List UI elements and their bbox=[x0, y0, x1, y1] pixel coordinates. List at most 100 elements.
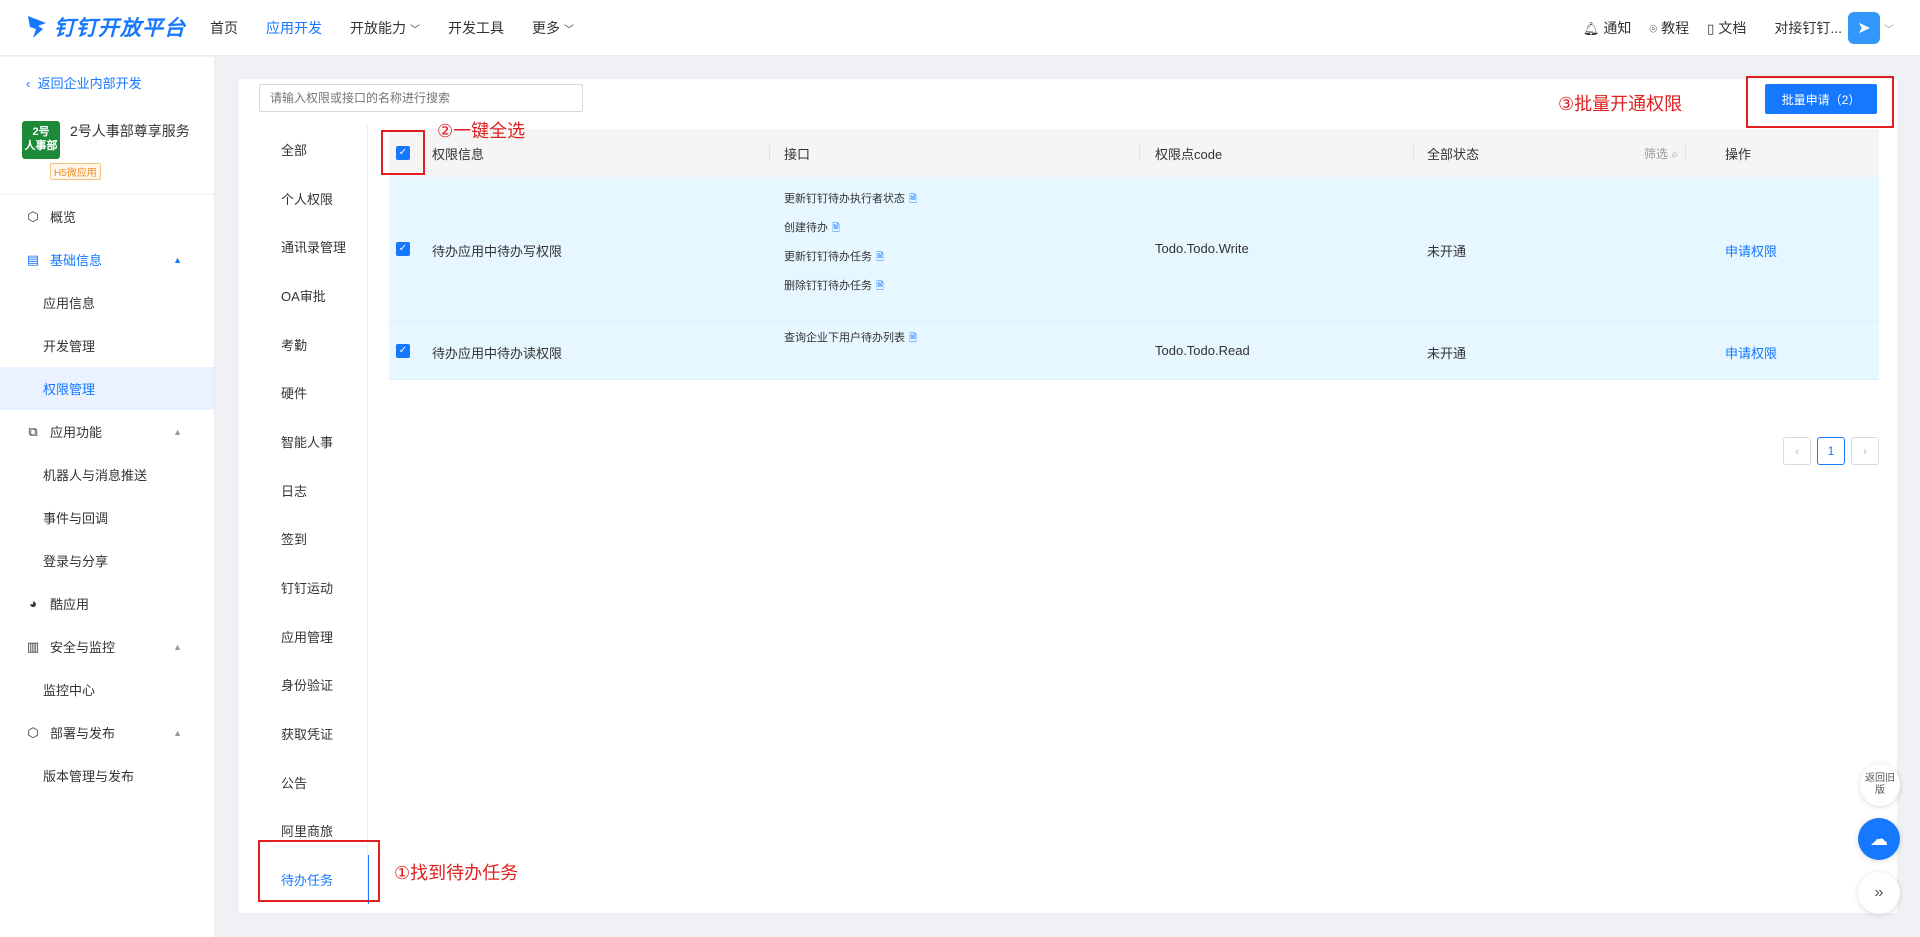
category-item[interactable]: OA审批 bbox=[259, 271, 369, 320]
apply-permission-link[interactable]: 申请权限 bbox=[1725, 343, 1777, 362]
nav-dev-tools[interactable]: 开发工具 bbox=[448, 18, 504, 38]
assistant-button[interactable]: ☁︎ bbox=[1858, 818, 1900, 860]
bell-icon: 🔔︎ bbox=[1582, 21, 1600, 36]
sidebar-item-app-info[interactable]: 应用信息 bbox=[0, 281, 214, 324]
nav-app-dev[interactable]: 应用开发 bbox=[266, 18, 322, 38]
next-page-button[interactable]: › bbox=[1851, 437, 1879, 465]
pagination: ‹ 1 › bbox=[1783, 437, 1879, 465]
nav-home[interactable]: 首页 bbox=[210, 18, 238, 38]
chart-icon: ▥ bbox=[26, 638, 40, 654]
location-icon: ⌾ bbox=[1649, 21, 1658, 36]
user-menu[interactable]: 对接钉钉... ➤ ﹀ bbox=[1774, 12, 1894, 44]
category-item[interactable]: 钉钉运动 bbox=[259, 563, 369, 612]
chevron-down-icon: ﹀ bbox=[410, 25, 420, 36]
expand-button[interactable]: » bbox=[1858, 872, 1900, 914]
table-header: ✓ 权限信息 接口 权限点code 全部状态 筛选 ⌕ 操作 bbox=[389, 129, 1879, 177]
highlight-batch-button bbox=[1746, 76, 1894, 128]
caret-up-icon: ▲ bbox=[173, 254, 182, 265]
sidebar-item-overview[interactable]: ⬡ 概览 bbox=[0, 195, 214, 238]
category-list: 全部 个人权限 通讯录管理 OA审批 考勤 硬件 智能人事 日志 签到 钉钉运动… bbox=[259, 125, 369, 904]
col-separator bbox=[769, 145, 770, 161]
sidebar-item-cool-app[interactable]: ◕ 酷应用 bbox=[0, 582, 214, 625]
notify-link[interactable]: 🔔︎ 通知 bbox=[1583, 18, 1632, 38]
top-right: 🔔︎ 通知 ⌾ 教程 ▯ 文档 对接钉钉... ➤ ﹀ bbox=[1583, 0, 1894, 56]
nav-open-ability[interactable]: 开放能力 ﹀ bbox=[350, 18, 420, 38]
category-item[interactable]: 获取凭证 bbox=[259, 709, 369, 758]
logo[interactable]: 钉钉开放平台 bbox=[26, 12, 186, 42]
sidebar-item-monitor[interactable]: 监控中心 bbox=[0, 668, 214, 711]
api-item: 删除钉钉待办任务 🗎︎ bbox=[784, 280, 885, 292]
header-code: 权限点code bbox=[1155, 146, 1223, 162]
doc-icon[interactable]: 🗎︎ bbox=[832, 223, 840, 234]
category-item[interactable]: 日志 bbox=[259, 466, 369, 515]
category-item[interactable]: 签到 bbox=[259, 515, 369, 564]
sidebar-item-permissions[interactable]: 权限管理 bbox=[0, 367, 214, 410]
app-name: 2号人事部尊享服务 bbox=[70, 123, 190, 139]
category-item[interactable]: 身份验证 bbox=[259, 661, 369, 710]
sidebar: ‹ 返回企业内部开发 2号 人事部 2号人事部尊享服务 H5微应用 ⬡ 概览 ▤ 基础… bbox=[0, 57, 215, 937]
main-panel: 批量申请（2） 全部 个人权限 通讯录管理 OA审批 考勤 硬件 智能人事 日志… bbox=[239, 79, 1897, 913]
doc-icon[interactable]: 🗎︎ bbox=[909, 194, 917, 205]
back-link[interactable]: ‹ 返回企业内部开发 bbox=[26, 73, 142, 92]
app-logo: 2号 人事部 bbox=[22, 121, 60, 159]
sidebar-item-security[interactable]: ▥ 安全与监控 ▲ bbox=[0, 625, 214, 668]
api-item: 更新钉钉待办执行者状态 🗎︎ bbox=[784, 193, 918, 205]
sidebar-item-events[interactable]: 事件与回调 bbox=[0, 496, 214, 539]
docs-link[interactable]: ▯ 文档 bbox=[1707, 18, 1746, 38]
nav-more[interactable]: 更多 ﹀ bbox=[532, 18, 574, 38]
dingtalk-logo-icon bbox=[28, 16, 46, 38]
annotation-select-all: ②一键全选 bbox=[437, 121, 526, 141]
apply-permission-link[interactable]: 申请权限 bbox=[1725, 241, 1777, 260]
top-bar: 钉钉开放平台 首页 应用开发 开放能力 ﹀ 开发工具 更多 ﹀ 🔔︎ 通知 ⌾ 教程 ▯… bbox=[0, 0, 1920, 56]
category-item[interactable]: 全部 bbox=[259, 125, 369, 174]
api-item: 更新钉钉待办任务 🗎︎ bbox=[784, 251, 885, 263]
page-button[interactable]: 1 bbox=[1817, 437, 1845, 465]
category-item[interactable]: 通讯录管理 bbox=[259, 222, 369, 271]
category-item[interactable]: 考勤 bbox=[259, 320, 369, 369]
perm-name: 待办应用中待办读权限 bbox=[432, 346, 563, 361]
search-input[interactable] bbox=[259, 84, 583, 112]
sidebar-item-deploy[interactable]: ⬡ 部署与发布 ▲ bbox=[0, 711, 214, 754]
doc-icon[interactable]: 🗎︎ bbox=[876, 252, 884, 263]
highlight-todo-category bbox=[258, 840, 380, 902]
category-item[interactable]: 智能人事 bbox=[259, 417, 369, 466]
sidebar-item-robot[interactable]: 机器人与消息推送 bbox=[0, 453, 214, 496]
category-item[interactable]: 硬件 bbox=[259, 368, 369, 417]
box-icon: ⬡ bbox=[27, 724, 39, 740]
chat-icon: ☁︎ bbox=[1870, 829, 1888, 849]
prev-page-button[interactable]: ‹ bbox=[1783, 437, 1811, 465]
chevron-down-icon: ﹀ bbox=[564, 25, 574, 36]
annotation-batch: ③批量开通权限 bbox=[1558, 94, 1683, 114]
col-separator bbox=[1685, 145, 1686, 161]
sidebar-item-versions[interactable]: 版本管理与发布 bbox=[0, 754, 214, 797]
category-item[interactable]: 个人权限 bbox=[259, 174, 369, 223]
row-checkbox[interactable]: ✓ bbox=[396, 344, 410, 358]
sidebar-item-login-share[interactable]: 登录与分享 bbox=[0, 539, 214, 582]
perm-code: Todo.Todo.Read bbox=[1155, 343, 1250, 358]
row-checkbox[interactable]: ✓ bbox=[396, 242, 410, 256]
category-divider bbox=[367, 125, 368, 905]
filter-button[interactable]: 筛选 ⌕ bbox=[1644, 145, 1678, 162]
category-item[interactable]: 应用管理 bbox=[259, 612, 369, 661]
puzzle-icon: ⧉ bbox=[28, 423, 38, 439]
main-nav: 首页 应用开发 开放能力 ﹀ 开发工具 更多 ﹀ bbox=[210, 0, 574, 56]
perm-name: 待办应用中待办写权限 bbox=[432, 244, 563, 259]
document-icon: ▤ bbox=[26, 251, 40, 267]
back-to-old-version-button[interactable]: 返回旧版 bbox=[1860, 764, 1900, 806]
double-chevron-right-icon: » bbox=[1874, 884, 1884, 901]
header-perm: 权限信息 bbox=[432, 146, 485, 162]
sidebar-item-dev-manage[interactable]: 开发管理 bbox=[0, 324, 214, 367]
sidebar-item-app-features[interactable]: ⧉ 应用功能 ▲ bbox=[0, 410, 214, 453]
col-separator bbox=[1139, 145, 1140, 161]
tutorial-link[interactable]: ⌾ 教程 bbox=[1649, 18, 1689, 38]
doc-icon[interactable]: 🗎︎ bbox=[876, 281, 884, 292]
category-item[interactable]: 公告 bbox=[259, 758, 369, 807]
table-row: ✓ 待办应用中待办读权限 查询企业下用户待办列表 🗎︎ Todo.Todo.Rea… bbox=[389, 322, 1879, 380]
app-type-badge: H5微应用 bbox=[50, 163, 101, 180]
api-list: 查询企业下用户待办列表 🗎︎ bbox=[784, 324, 917, 353]
sidebar-item-basic-info[interactable]: ▤ 基础信息 ▲ bbox=[0, 238, 214, 281]
doc-icon[interactable]: 🗎︎ bbox=[909, 333, 917, 344]
logo-text: 钉钉开放平台 bbox=[54, 17, 186, 40]
api-list: 更新钉钉待办执行者状态 🗎︎ 创建待办 🗎︎ 更新钉钉待办任务 🗎︎ 删除钉钉待办任务… bbox=[784, 185, 917, 301]
chevron-down-icon: ﹀ bbox=[1884, 24, 1894, 36]
